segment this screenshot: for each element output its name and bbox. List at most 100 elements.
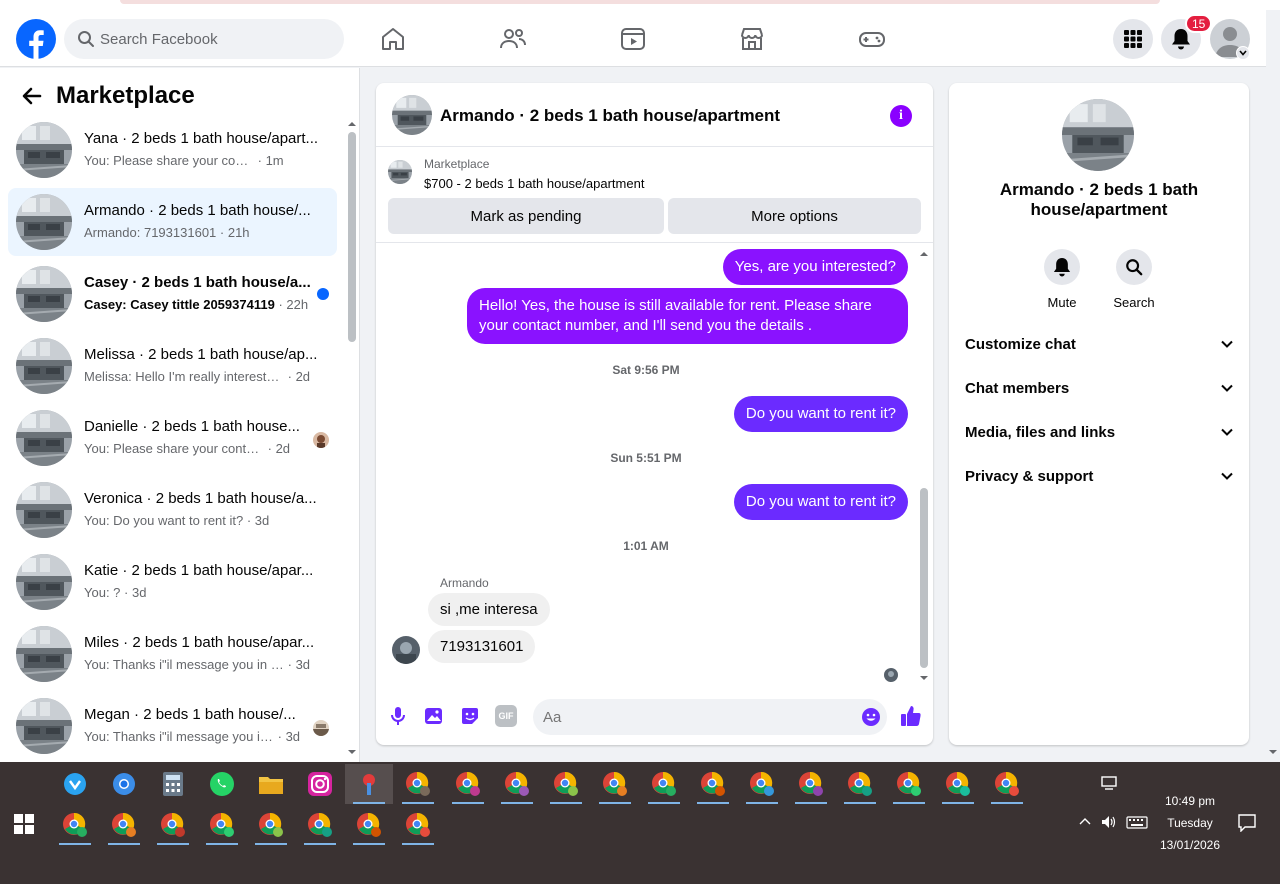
- chrome-profile-icon[interactable]: [349, 805, 389, 845]
- conversation-item[interactable]: Miles · 2 beds 1 bath house/apar... You:…: [8, 620, 337, 688]
- video-icon[interactable]: [618, 24, 648, 54]
- chrome-profile-icon[interactable]: [153, 805, 193, 845]
- clock-date[interactable]: 13/01/2026: [1150, 838, 1230, 852]
- chrome-profile-icon[interactable]: [398, 764, 438, 804]
- chrome-profile-icon[interactable]: [840, 764, 880, 804]
- chrome-profile-icon[interactable]: [546, 764, 586, 804]
- media-files-links-row[interactable]: Media, files and links: [957, 412, 1241, 452]
- mute-button[interactable]: [1044, 249, 1080, 285]
- search-box[interactable]: [64, 19, 344, 59]
- page-scrollbar[interactable]: [1266, 10, 1280, 762]
- conversation-title: Miles · 2 beds 1 bath house/apar...: [84, 634, 315, 651]
- conversation-item[interactable]: Melissa · 2 beds 1 bath house/ap... Meli…: [8, 332, 337, 400]
- message-input[interactable]: [543, 708, 843, 726]
- conversation-item-active[interactable]: Armando · 2 beds 1 bath house/... Armand…: [8, 188, 337, 256]
- whatsapp-icon[interactable]: [202, 764, 242, 804]
- info-icon[interactable]: i: [890, 105, 912, 127]
- scrollbar-thumb[interactable]: [348, 132, 356, 342]
- chevron-up-icon[interactable]: [1079, 817, 1091, 825]
- listing-avatar[interactable]: [1062, 99, 1134, 171]
- chrome-profile-icon[interactable]: [595, 764, 635, 804]
- scroll-up-icon[interactable]: [347, 120, 357, 128]
- chrome-profile-icon[interactable]: [300, 805, 340, 845]
- chrome-profile-icon[interactable]: [791, 764, 831, 804]
- friends-icon[interactable]: [498, 24, 528, 54]
- listing-title[interactable]: $700 - 2 beds 1 bath house/apartment: [424, 176, 644, 191]
- message-input-box[interactable]: [533, 699, 887, 735]
- clock-day[interactable]: Tuesday: [1158, 816, 1222, 830]
- chat-title[interactable]: Armando · 2 beds 1 bath house/apartment: [440, 106, 780, 126]
- chrome-profile-icon[interactable]: [742, 764, 782, 804]
- privacy-support-row[interactable]: Privacy & support: [957, 456, 1241, 496]
- mute-action[interactable]: Mute: [1032, 249, 1092, 310]
- chrome-profile-icon[interactable]: [202, 805, 242, 845]
- gif-button[interactable]: GIF: [495, 705, 517, 727]
- chrome-profile-icon[interactable]: [889, 764, 929, 804]
- chrome-profile-icon[interactable]: [938, 764, 978, 804]
- facebook-logo-icon[interactable]: [16, 19, 56, 59]
- instagram-icon[interactable]: [300, 764, 340, 804]
- thumbs-up-icon[interactable]: [899, 704, 923, 728]
- task-view-icon[interactable]: [1101, 776, 1119, 790]
- volume-icon[interactable]: [1101, 815, 1117, 829]
- outgoing-message[interactable]: Do you want to rent it?: [733, 396, 908, 432]
- search-input[interactable]: [100, 30, 320, 48]
- emoji-icon[interactable]: [861, 707, 881, 727]
- search-in-chat-button[interactable]: [1116, 249, 1152, 285]
- chat-avatar[interactable]: [392, 95, 432, 135]
- sender-avatar[interactable]: [392, 636, 420, 664]
- chat-scrollbar[interactable]: [919, 246, 929, 684]
- outgoing-message[interactable]: Yes, are you interested?: [722, 249, 908, 285]
- scrollbar-thumb[interactable]: [920, 488, 928, 668]
- more-options-button[interactable]: More options: [668, 198, 921, 234]
- app-icon-assistant[interactable]: [55, 764, 95, 804]
- mark-as-pending-button[interactable]: Mark as pending: [388, 198, 664, 234]
- list-scrollbar[interactable]: [346, 120, 356, 760]
- conversation-item[interactable]: Katie · 2 beds 1 bath house/apar... You:…: [8, 548, 337, 616]
- chrome-profile-icon[interactable]: [448, 764, 488, 804]
- home-icon[interactable]: [378, 24, 408, 54]
- chrome-profile-icon[interactable]: [104, 805, 144, 845]
- app-icon-active[interactable]: [345, 764, 393, 804]
- incoming-message[interactable]: si ,me interesa: [428, 593, 550, 626]
- sticker-icon[interactable]: [459, 705, 481, 727]
- chrome-profile-icon[interactable]: [644, 764, 684, 804]
- conversation-item[interactable]: Yana · 2 beds 1 bath house/apart... You:…: [8, 116, 337, 184]
- keyboard-icon[interactable]: [1126, 816, 1148, 829]
- clock-time[interactable]: 10:49 pm: [1158, 794, 1222, 808]
- scroll-up-icon[interactable]: [919, 250, 929, 258]
- customize-chat-row[interactable]: Customize chat: [957, 324, 1241, 364]
- chrome-profile-icon[interactable]: [497, 764, 537, 804]
- photo-icon[interactable]: [423, 705, 445, 727]
- outgoing-message[interactable]: Hello! Yes, the house is still available…: [467, 288, 908, 344]
- app-icon-chrome-blue[interactable]: [104, 764, 144, 804]
- scroll-down-icon[interactable]: [1268, 748, 1278, 756]
- file-explorer-icon[interactable]: [251, 764, 291, 804]
- scroll-down-icon[interactable]: [919, 674, 929, 682]
- conversation-item[interactable]: Megan · 2 beds 1 bath house/... You: Tha…: [8, 692, 337, 760]
- conversation-item[interactable]: Casey · 2 beds 1 bath house/a... Casey: …: [8, 260, 337, 328]
- chat-members-row[interactable]: Chat members: [957, 368, 1241, 408]
- conversation-item[interactable]: Danielle · 2 beds 1 bath house... You: P…: [8, 404, 337, 472]
- top-navbar: 15: [0, 10, 1266, 67]
- conversation-item[interactable]: Veronica · 2 beds 1 bath house/a... You:…: [8, 476, 337, 544]
- back-arrow-icon[interactable]: [20, 84, 44, 108]
- incoming-message[interactable]: 7193131601: [428, 630, 536, 663]
- calculator-icon[interactable]: [153, 764, 193, 804]
- gaming-icon[interactable]: [857, 24, 887, 54]
- notification-center-icon[interactable]: [1238, 814, 1256, 832]
- conversation-title: Yana · 2 beds 1 bath house/apart...: [84, 130, 319, 147]
- search-action[interactable]: Search: [1104, 249, 1164, 310]
- scroll-down-icon[interactable]: [347, 748, 357, 756]
- chrome-profile-icon[interactable]: [693, 764, 733, 804]
- windows-start-icon[interactable]: [14, 814, 34, 834]
- chrome-profile-icon[interactable]: [398, 805, 438, 845]
- chrome-profile-icon[interactable]: [55, 805, 95, 845]
- marketplace-icon[interactable]: [737, 24, 767, 54]
- account-caret[interactable]: [1236, 46, 1250, 60]
- microphone-icon[interactable]: [387, 705, 409, 727]
- chrome-profile-icon[interactable]: [987, 764, 1027, 804]
- chrome-profile-icon[interactable]: [251, 805, 291, 845]
- menu-button[interactable]: [1113, 19, 1153, 59]
- outgoing-message[interactable]: Do you want to rent it?: [733, 484, 908, 520]
